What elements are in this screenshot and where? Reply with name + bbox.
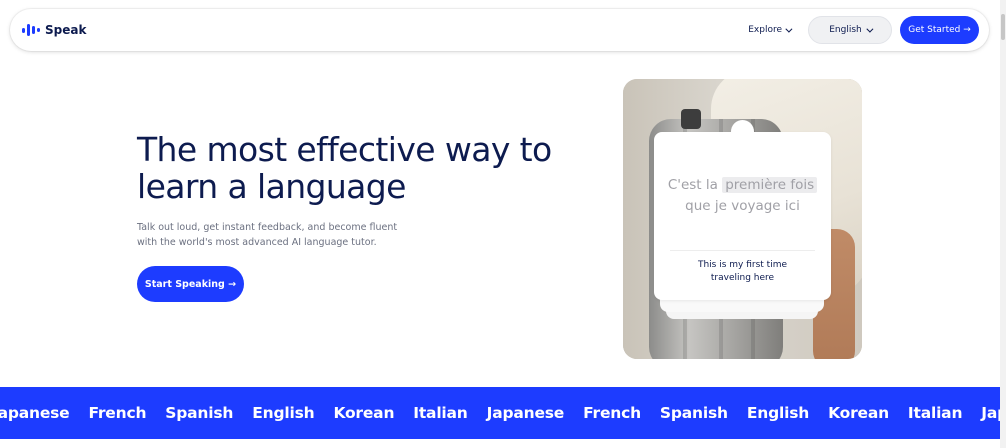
french-phrase-start: C'est la: [667, 177, 723, 193]
speak-logo-icon: [22, 24, 40, 36]
marquee-language: Italian: [413, 404, 468, 422]
top-navbar: Speak Explore English Get Started →: [10, 9, 989, 51]
explore-menu[interactable]: Explore: [738, 25, 800, 35]
marquee-language: Spanish: [659, 404, 728, 422]
scrollbar-thumb[interactable]: [1001, 14, 1005, 40]
hero-title: The most effective way to learn a langua…: [137, 131, 577, 205]
marquee-language: Korean: [333, 404, 395, 422]
english-translation: This is my first time traveling here: [654, 259, 831, 285]
marquee-language: French: [583, 404, 641, 422]
brand-logo-link[interactable]: Speak: [22, 23, 86, 37]
card-divider: [670, 250, 815, 251]
card-notch: [731, 120, 754, 143]
marquee-language: Japanese: [486, 404, 565, 422]
chevron-down-icon: [785, 25, 793, 33]
french-phrase: C'est la première fois que je voyage ici: [654, 175, 831, 217]
explore-label: Explore: [748, 25, 782, 35]
language-selector[interactable]: English: [808, 16, 892, 44]
hero-title-line-2: learn a language: [137, 167, 406, 206]
marquee-language: Italian: [907, 404, 963, 422]
nav-actions: Explore English Get Started →: [738, 16, 979, 44]
marquee-language: English: [746, 404, 810, 422]
language-marquee: Japanese French Spanish English Korean I…: [0, 387, 1000, 439]
start-speaking-button[interactable]: Start Speaking →: [137, 266, 244, 302]
french-phrase-highlight: première fois: [722, 177, 818, 193]
language-label: English: [829, 25, 862, 35]
marquee-language: Spanish: [165, 404, 234, 422]
card-stack-shadow: [660, 298, 824, 312]
marquee-language: English: [252, 404, 315, 422]
chevron-down-icon: [866, 25, 874, 33]
marquee-track: Japanese French Spanish English Korean I…: [0, 387, 1000, 439]
marquee-language: Japanese: [0, 404, 70, 422]
translation-card: C'est la première fois que je voyage ici…: [654, 132, 831, 300]
french-phrase-line-2: que je voyage ici: [685, 198, 800, 214]
hero-title-line-1: The most effective way to: [137, 130, 552, 169]
marquee-language: Japanese: [981, 404, 1000, 422]
page-scrollbar[interactable]: [1000, 0, 1006, 448]
brand-name: Speak: [45, 23, 87, 37]
english-line-2: traveling here: [710, 273, 775, 283]
hero-subtitle-line-2: with the world's most advanced AI langua…: [137, 236, 377, 248]
marquee-language: French: [88, 404, 147, 422]
hero-subtitle-line-1: Talk out loud, get instant feedback, and…: [137, 222, 398, 233]
english-line-1: This is my first time: [697, 260, 788, 270]
marquee-language: Korean: [828, 404, 889, 422]
get-started-button[interactable]: Get Started →: [900, 16, 979, 44]
hero-subtitle: Talk out loud, get instant feedback, and…: [137, 221, 427, 250]
